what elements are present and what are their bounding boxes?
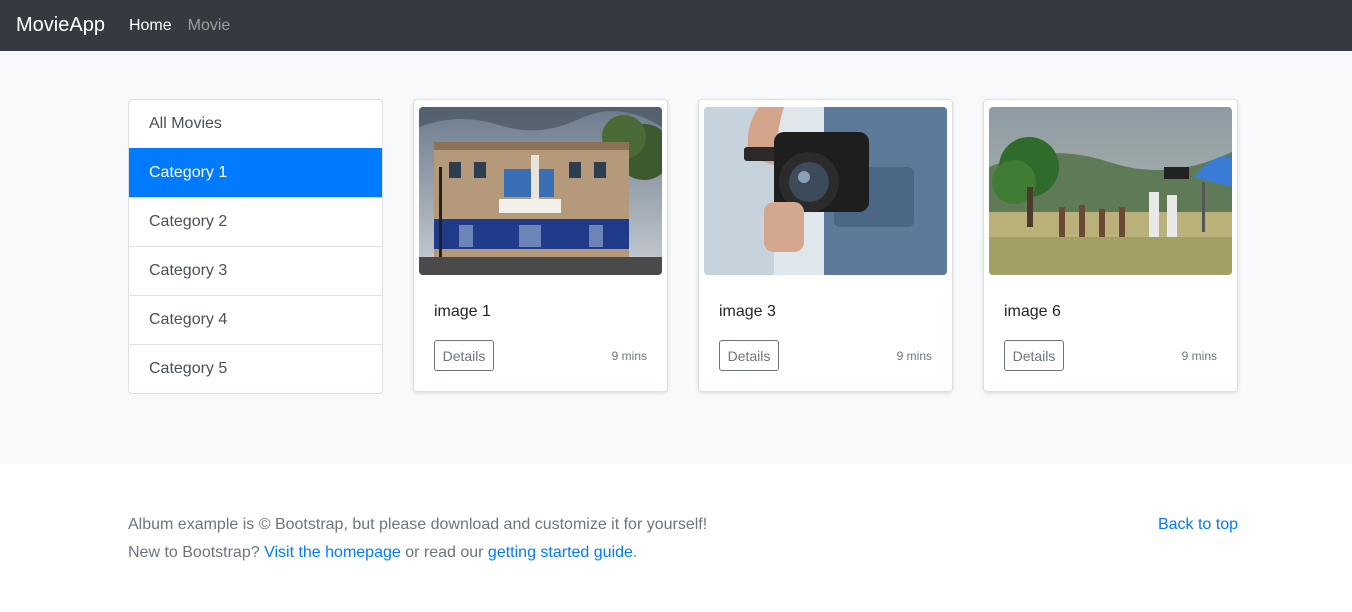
movie-card: image 6 Details 9 mins [983,99,1238,392]
movie-title: image 6 [1004,303,1061,320]
footer-copyright: Album example is © Bootstrap, but please… [128,516,708,533]
category-item-all-movies[interactable]: All Movies [129,100,382,148]
navbar: MovieApp Home Movie [0,0,1352,51]
movie-duration: 9 mins [1181,349,1217,363]
category-item-5[interactable]: Category 5 [129,344,382,393]
homepage-link[interactable]: Visit the homepage [264,544,401,561]
brand-link[interactable]: MovieApp [16,14,105,37]
movie-title: image 1 [434,303,491,320]
movie-card: image 1 Details 9 mins [413,99,668,392]
footer-help-middle: or read our [400,544,488,561]
movie-duration: 9 mins [611,349,647,363]
footer-help-suffix: . [632,544,638,561]
category-item-1[interactable]: Category 1 [129,148,382,197]
footer: Album example is © Bootstrap, but please… [0,464,1352,612]
category-item-3[interactable]: Category 3 [129,246,382,295]
movie-title: image 3 [719,303,776,320]
movie-thumbnail-camera[interactable] [704,107,947,275]
footer-help-prefix: New to Bootstrap? [128,544,265,561]
details-button[interactable]: Details [434,340,494,371]
movie-thumbnail-film-set[interactable] [989,107,1232,275]
movie-card: image 3 Details 9 mins [698,99,953,392]
main-content: All Movies Category 1 Category 2 Categor… [0,51,1352,464]
movie-duration: 9 mins [896,349,932,363]
getting-started-link[interactable]: getting started guide [488,544,633,561]
details-button[interactable]: Details [719,340,779,371]
back-to-top-link[interactable]: Back to top [1158,516,1238,534]
details-button[interactable]: Details [1004,340,1064,371]
category-item-2[interactable]: Category 2 [129,197,382,246]
nav-link-movie[interactable]: Movie [188,17,231,35]
nav-link-home[interactable]: Home [129,17,172,35]
category-list: All Movies Category 1 Category 2 Categor… [128,99,383,394]
footer-help-text: New to Bootstrap? Visit the homepage or … [128,544,637,562]
movie-thumbnail-theater[interactable] [419,107,662,275]
category-item-4[interactable]: Category 4 [129,295,382,344]
